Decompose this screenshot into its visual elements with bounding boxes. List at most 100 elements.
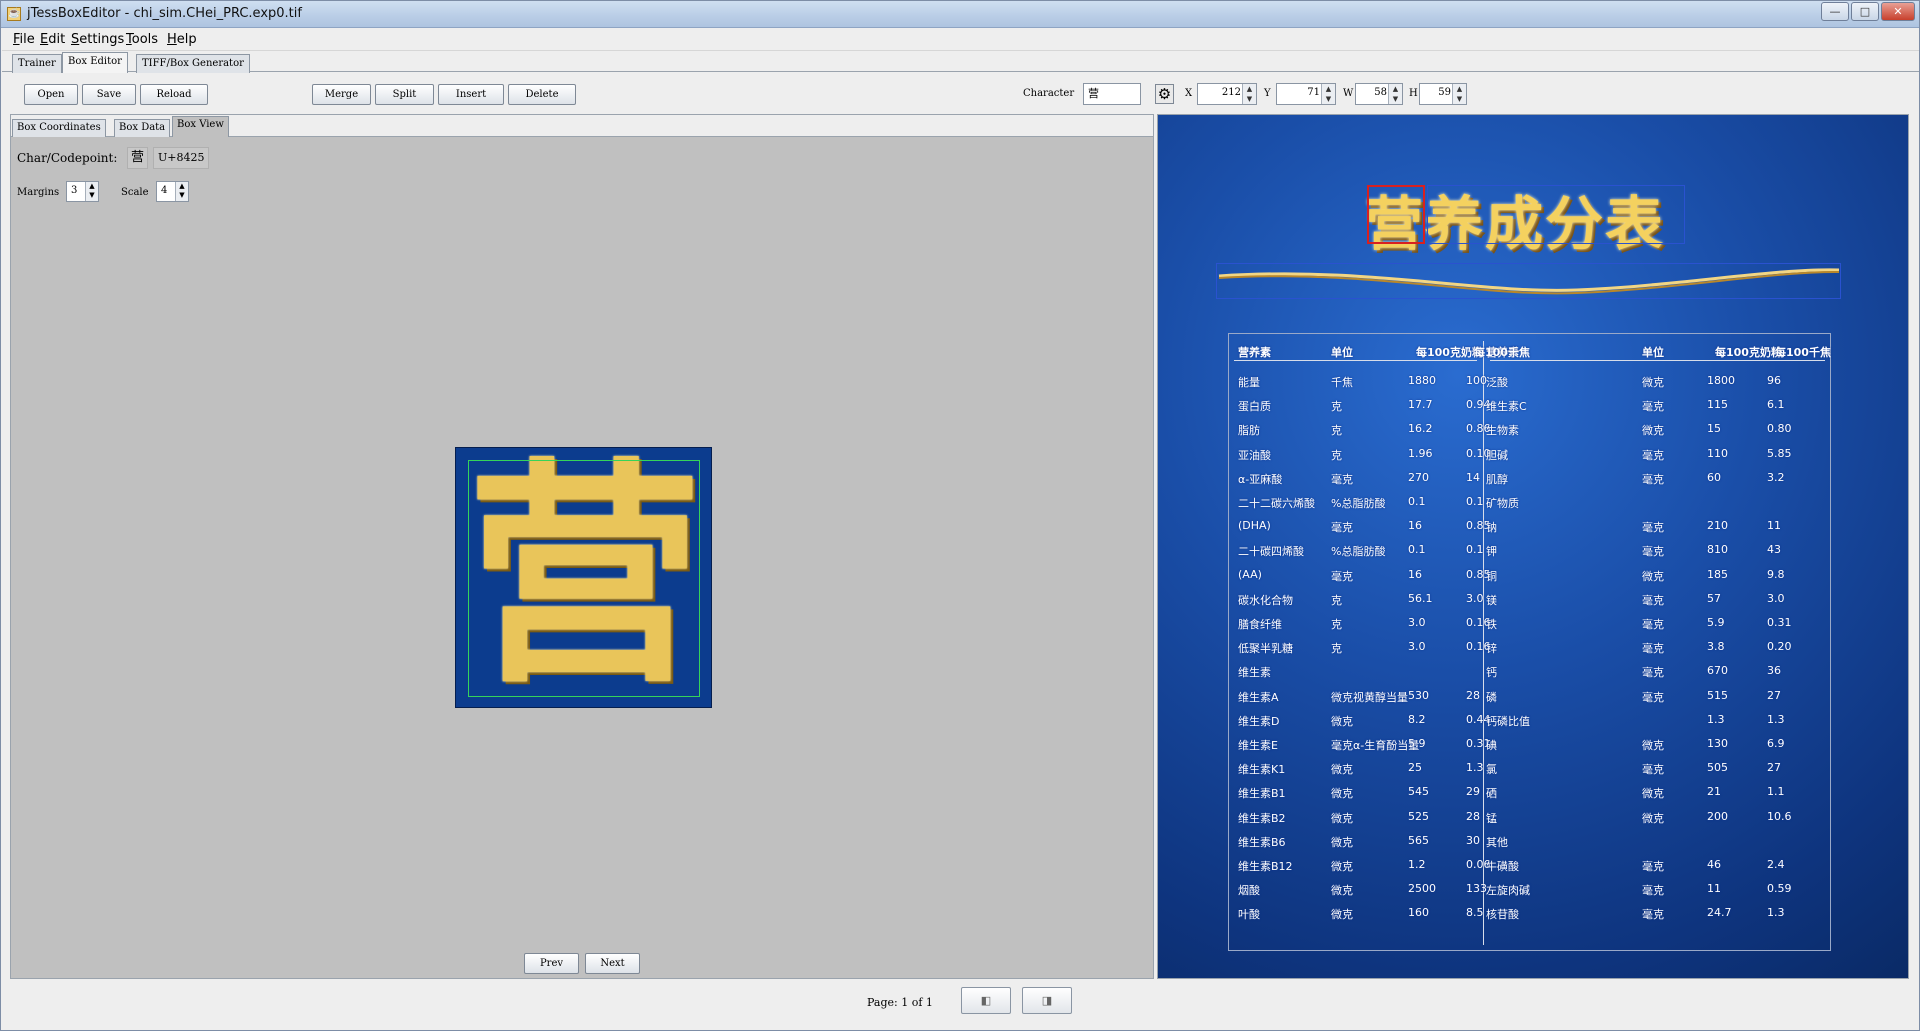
tab-trainer[interactable]: Trainer xyxy=(12,54,62,73)
menu-file[interactable]: File xyxy=(13,32,35,47)
tab-box-coordinates[interactable]: Box Coordinates xyxy=(12,119,106,137)
save-button[interactable]: Save xyxy=(82,84,136,105)
margins-value: 3 xyxy=(71,185,78,196)
table-header-cell: 每100千焦 xyxy=(1474,346,1530,359)
minimize-button[interactable]: — xyxy=(1821,2,1849,21)
image-canvas[interactable]: 营养成分表 营养素 营养素 单位 单位 每100克奶粉 每100克奶粉 每100千焦 每100… xyxy=(1157,114,1909,979)
box-view-panel: Box Coordinates Box Data Box View Char/C… xyxy=(10,114,1154,979)
selected-box[interactable] xyxy=(1367,185,1425,244)
tab-box-view[interactable]: Box View xyxy=(172,116,229,137)
spin-down-icon[interactable]: ▼ xyxy=(176,191,188,200)
prev-button[interactable]: Prev xyxy=(524,953,579,974)
table-cell: 毫克 xyxy=(1642,593,1664,607)
gear-icon[interactable]: ⚙ xyxy=(1155,84,1174,104)
table-cell: 核苷酸 xyxy=(1486,908,1519,922)
table-cell: 160 xyxy=(1408,906,1429,920)
table-cell: 维生素E xyxy=(1238,739,1278,752)
table-cell: 微克 xyxy=(1642,569,1664,583)
insert-button[interactable]: Insert xyxy=(438,84,504,105)
main-tab-strip: Trainer Box Editor TIFF/Box Generator xyxy=(2,52,1919,73)
table-cell: 二十碳四烯酸 xyxy=(1238,545,1304,559)
x-value: 212 xyxy=(1221,87,1241,98)
table-header-cell: 每100克奶粉 xyxy=(1416,346,1483,359)
table-cell: 100 xyxy=(1466,374,1487,387)
table-cell: 3.8 xyxy=(1707,640,1725,654)
menu-bar: File Edit Settings Tools Help xyxy=(2,29,1919,51)
spin-up-icon[interactable]: ▲ xyxy=(1243,84,1256,94)
spin-down-icon[interactable]: ▼ xyxy=(1243,94,1256,104)
prev-page-icon[interactable]: ◧ xyxy=(961,987,1011,1014)
table-cell: 30 xyxy=(1466,833,1480,847)
nutrition-table xyxy=(1228,333,1831,951)
table-cell: 能量 xyxy=(1238,376,1260,389)
margins-spinner-arrows[interactable]: ▲ ▼ xyxy=(85,182,98,201)
y-spinner[interactable]: 71 ▲ ▼ xyxy=(1276,83,1336,105)
table-cell: 1.3 xyxy=(1707,712,1725,726)
h-spinner[interactable]: 59 ▲ ▼ xyxy=(1419,83,1467,105)
margins-spinner[interactable]: 3 ▲ ▼ xyxy=(66,181,99,202)
menu-help[interactable]: Help xyxy=(167,32,197,47)
delete-button[interactable]: Delete xyxy=(508,84,576,105)
w-spinner-arrows[interactable]: ▲ ▼ xyxy=(1388,84,1402,104)
spin-down-icon[interactable]: ▼ xyxy=(1453,94,1466,104)
w-label: W xyxy=(1343,88,1354,99)
spin-up-icon[interactable]: ▲ xyxy=(1322,84,1335,94)
table-cell: 毫克 xyxy=(1331,521,1353,535)
maximize-button[interactable]: □ xyxy=(1851,2,1879,21)
tab-tiff-box-generator[interactable]: TIFF/Box Generator xyxy=(136,54,250,73)
scale-spinner[interactable]: 4 ▲ ▼ xyxy=(156,181,189,202)
table-cell: 96 xyxy=(1767,374,1781,387)
table-cell: 微克 xyxy=(1331,908,1353,922)
char-boxes[interactable] xyxy=(1427,185,1685,244)
sub-tab-strip: Box Coordinates Box Data Box View xyxy=(11,115,1153,137)
next-button[interactable]: Next xyxy=(585,953,640,974)
table-cell: 36 xyxy=(1767,664,1781,678)
table-cell: 14 xyxy=(1466,470,1480,484)
w-spinner[interactable]: 58 ▲ ▼ xyxy=(1355,83,1403,105)
spin-up-icon[interactable]: ▲ xyxy=(1389,84,1402,94)
table-cell: 8.5 xyxy=(1466,906,1484,920)
merge-button[interactable]: Merge xyxy=(312,84,371,105)
table-cell: 21 xyxy=(1707,785,1721,799)
menu-settings[interactable]: Settings xyxy=(71,32,124,47)
x-spinner-arrows[interactable]: ▲ ▼ xyxy=(1242,84,1256,104)
next-page-icon[interactable]: ◨ xyxy=(1022,987,1072,1014)
x-spinner[interactable]: 212 ▲ ▼ xyxy=(1197,83,1257,105)
tab-box-editor[interactable]: Box Editor xyxy=(62,52,128,73)
table-cell: 膳食纤维 xyxy=(1238,618,1282,631)
character-field[interactable]: 营 xyxy=(1083,83,1141,105)
app-window: ☕ jTessBoxEditor - chi_sim.CHei_PRC.exp0… xyxy=(0,0,1920,1031)
table-cell: 530 xyxy=(1408,688,1429,702)
spin-up-icon[interactable]: ▲ xyxy=(1453,84,1466,94)
table-cell: 二十二碳六烯酸 xyxy=(1238,497,1315,510)
menu-edit[interactable]: Edit xyxy=(40,32,65,47)
open-button[interactable]: Open xyxy=(24,84,78,105)
table-header-rule xyxy=(1234,360,1477,361)
table-cell: 维生素K1 xyxy=(1238,763,1286,777)
spin-down-icon[interactable]: ▼ xyxy=(1322,94,1335,104)
close-button[interactable]: ✕ xyxy=(1881,2,1915,21)
table-cell: 克 xyxy=(1331,593,1342,607)
h-spinner-arrows[interactable]: ▲ ▼ xyxy=(1452,84,1466,104)
table-cell: 110 xyxy=(1707,446,1728,460)
scale-spinner-arrows[interactable]: ▲ ▼ xyxy=(175,182,188,201)
spin-down-icon[interactable]: ▼ xyxy=(1389,94,1402,104)
spin-down-icon[interactable]: ▼ xyxy=(86,191,98,200)
table-cell: 亚油酸 xyxy=(1238,448,1271,462)
tab-box-data[interactable]: Box Data xyxy=(114,119,171,137)
table-header-cell: 每100克奶粉 xyxy=(1715,346,1782,359)
reload-button[interactable]: Reload xyxy=(140,84,208,105)
table-cell: 微克 xyxy=(1331,860,1353,873)
table-cell: 维生素D xyxy=(1238,714,1280,728)
menu-tools[interactable]: Tools xyxy=(126,32,158,47)
table-cell: 锌 xyxy=(1486,642,1497,656)
table-cell: 525 xyxy=(1408,809,1429,823)
y-label: Y xyxy=(1264,88,1271,99)
swoosh-decoration-box[interactable] xyxy=(1216,263,1841,299)
y-spinner-arrows[interactable]: ▲ ▼ xyxy=(1321,84,1335,104)
table-cell: 24.7 xyxy=(1707,906,1732,920)
table-cell: 维生素B12 xyxy=(1238,860,1293,873)
spin-up-icon[interactable]: ▲ xyxy=(86,182,98,191)
spin-up-icon[interactable]: ▲ xyxy=(176,182,188,191)
split-button[interactable]: Split xyxy=(375,84,434,105)
